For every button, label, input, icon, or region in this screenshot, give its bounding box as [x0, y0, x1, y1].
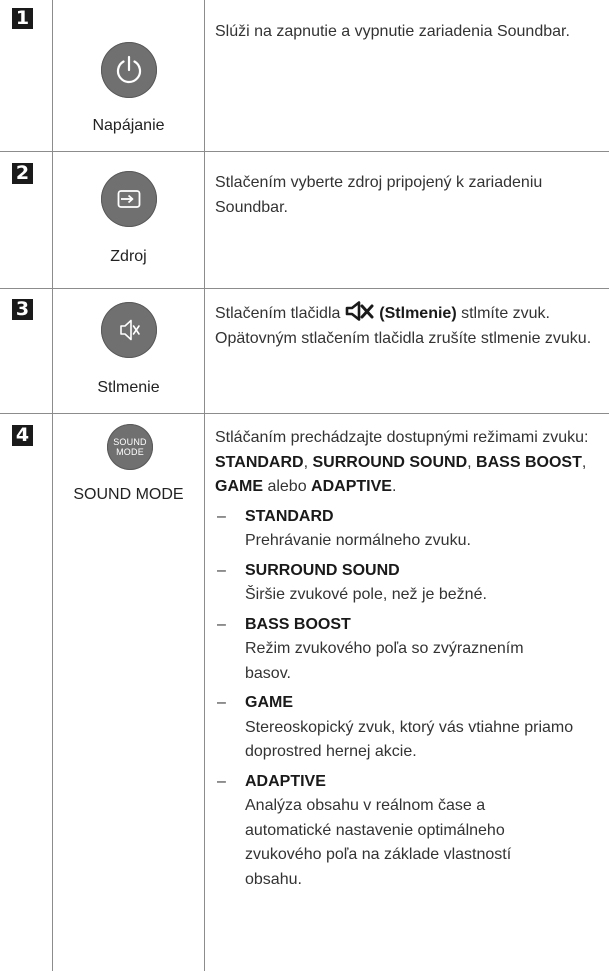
power-button-label: Napájanie [92, 117, 165, 134]
mode-item-standard: – STANDARD Prehrávanie normálneho zvuku. [215, 505, 603, 554]
mode-term: ADAPTIVE [311, 478, 392, 495]
intro-text: Stláčaním prechádzajte dostupnými režima… [215, 429, 589, 446]
mode-item-adaptive: – ADAPTIVE Analýza obsahu v reálnom čase… [215, 770, 603, 893]
column-divider [52, 152, 53, 288]
intro-end: . [391, 478, 397, 495]
mute-button-label: Stlmenie [97, 379, 160, 396]
table-row-source: 2 Zdroj Stlačením vyberte zdroj pripojen… [0, 152, 609, 289]
mode-name: BASS BOOST [245, 615, 351, 633]
mute-term: (Stlmenie) [379, 305, 457, 322]
power-description: Slúži na zapnutie a vypnutie zariadenia … [215, 20, 603, 45]
mute-inline-icon [345, 301, 374, 321]
mode-item-bass-boost: – BASS BOOST Režim zvukového poľa so zvý… [215, 613, 603, 687]
mode-description: Stereoskopický zvuk, ktorý vás vtiahne p… [245, 718, 574, 761]
mode-description: Širšie zvukové pole, než je bežné. [245, 586, 487, 603]
mode-name: SURROUND SOUND [245, 561, 400, 579]
sound-mode-button: SOUND MODE [107, 424, 153, 470]
mode-name: STANDARD [245, 507, 334, 525]
mode-name: ADAPTIVE [245, 772, 326, 790]
mode-term: SURROUND SOUND [312, 453, 468, 471]
description-text: Slúži na zapnutie a vypnutie zariadenia … [215, 23, 570, 40]
sound-mode-button-text-line1: SOUND [113, 437, 147, 447]
table-row-power: 1 Napájanie Slúži na zapnutie a vypnutie… [0, 0, 609, 152]
mode-name: GAME [245, 694, 293, 711]
button-reference-table: 1 Napájanie Slúži na zapnutie a vypnutie… [0, 0, 609, 971]
bullet-dash: – [217, 694, 226, 711]
bullet-dash: – [217, 772, 226, 790]
mode-term: BASS BOOST [476, 453, 582, 471]
row-number-badge: 1 [12, 8, 33, 29]
mute-icon [120, 319, 140, 341]
column-divider [204, 152, 205, 288]
power-icon [116, 55, 142, 84]
source-button-label: Zdroj [110, 248, 147, 265]
mute-button [101, 302, 157, 358]
bullet-dash: – [217, 615, 226, 633]
row-number-badge: 4 [12, 425, 33, 446]
sound-mode-button-label: SOUND MODE [73, 486, 184, 503]
table-row-sound-mode: 4 SOUND MODE SOUND MODE Stláčaním prechá… [0, 414, 609, 971]
mode-description: Analýza obsahu v reálnom čase a automati… [245, 797, 512, 888]
row-number-badge: 2 [12, 163, 33, 184]
column-divider [204, 414, 205, 971]
mode-item-game: – GAME Stereoskopický zvuk, ktorý vás vt… [215, 691, 603, 765]
description-text: Stlačením tlačidla (Stlmenie) stlmíte zv… [215, 301, 603, 351]
source-button [101, 171, 157, 227]
bullet-dash: – [217, 507, 226, 525]
sound-mode-description: Stláčaním prechádzajte dostupnými režima… [215, 426, 603, 892]
column-divider [204, 0, 205, 151]
power-button [101, 42, 157, 98]
mode-item-surround-sound: – SURROUND SOUND Širšie zvukové pole, ne… [215, 559, 603, 608]
mute-description: Stlačením tlačidla (Stlmenie) stlmíte zv… [215, 301, 603, 351]
intro-separator: , [581, 453, 587, 471]
mode-term: STANDARD [215, 453, 304, 471]
description-text: Stlačením vyberte zdroj pripojený k zari… [215, 174, 543, 216]
intro-or: alebo [263, 478, 312, 495]
table-row-mute: 3 Stlmenie Stlačením tlačidla (Stlmenie)… [0, 289, 609, 414]
intro-separator: , [467, 453, 477, 471]
source-icon [117, 190, 141, 208]
row-number-badge: 3 [12, 299, 33, 320]
description-text-start: Stlačením tlačidla [215, 305, 341, 322]
column-divider [204, 289, 205, 413]
sound-mode-button-text-line2: MODE [116, 447, 144, 457]
mode-description: Prehrávanie normálneho zvuku. [245, 532, 471, 549]
sound-mode-intro: Stláčaním prechádzajte dostupnými režima… [215, 426, 603, 500]
mode-description: Režim zvukového poľa so zvýraznením baso… [245, 640, 524, 682]
bullet-dash: – [217, 561, 226, 579]
mode-term: GAME [215, 478, 263, 495]
source-description: Stlačením vyberte zdroj pripojený k zari… [215, 171, 603, 220]
